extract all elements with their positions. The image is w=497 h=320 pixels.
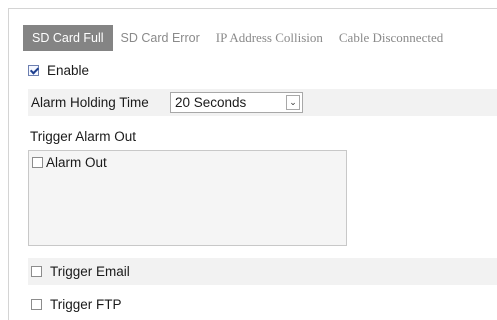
tab-cable-disconnected[interactable]: Cable Disconnected [331, 25, 451, 51]
alarm-holding-time-select[interactable]: 20 Seconds ⌄ [170, 92, 303, 113]
alarm-out-label: Alarm Out [46, 155, 107, 170]
trigger-ftp-checkbox[interactable] [31, 298, 42, 310]
tab-sd-card-error[interactable]: SD Card Error [113, 25, 208, 51]
trigger-email-checkbox[interactable] [31, 266, 42, 277]
trigger-email-label: Trigger Email [50, 264, 130, 279]
tab-sd-card-full[interactable]: SD Card Full [23, 25, 113, 51]
enable-row: Enable [28, 62, 497, 78]
alarm-holding-time-label: Alarm Holding Time [31, 95, 149, 110]
tab-ip-address-collision[interactable]: IP Address Collision [208, 25, 331, 51]
alarm-out-list: Alarm Out [28, 150, 347, 246]
chevron-down-icon[interactable]: ⌄ [286, 95, 300, 110]
enable-label: Enable [47, 62, 90, 78]
trigger-ftp-label: Trigger FTP [50, 296, 122, 312]
tab-bar: SD Card Full SD Card Error IP Address Co… [23, 25, 451, 51]
trigger-alarm-out-row: Trigger Alarm Out [28, 127, 497, 145]
alarm-holding-time-value: 20 Seconds [175, 95, 247, 110]
trigger-email-row: Trigger Email [28, 258, 497, 285]
list-item: Alarm Out [32, 155, 107, 170]
enable-checkbox[interactable] [28, 64, 39, 76]
alarm-holding-time-row: Alarm Holding Time 20 Seconds ⌄ [28, 89, 497, 116]
alarm-out-checkbox[interactable] [32, 157, 43, 168]
trigger-alarm-out-label: Trigger Alarm Out [30, 128, 137, 144]
trigger-ftp-row: Trigger FTP [28, 295, 497, 313]
